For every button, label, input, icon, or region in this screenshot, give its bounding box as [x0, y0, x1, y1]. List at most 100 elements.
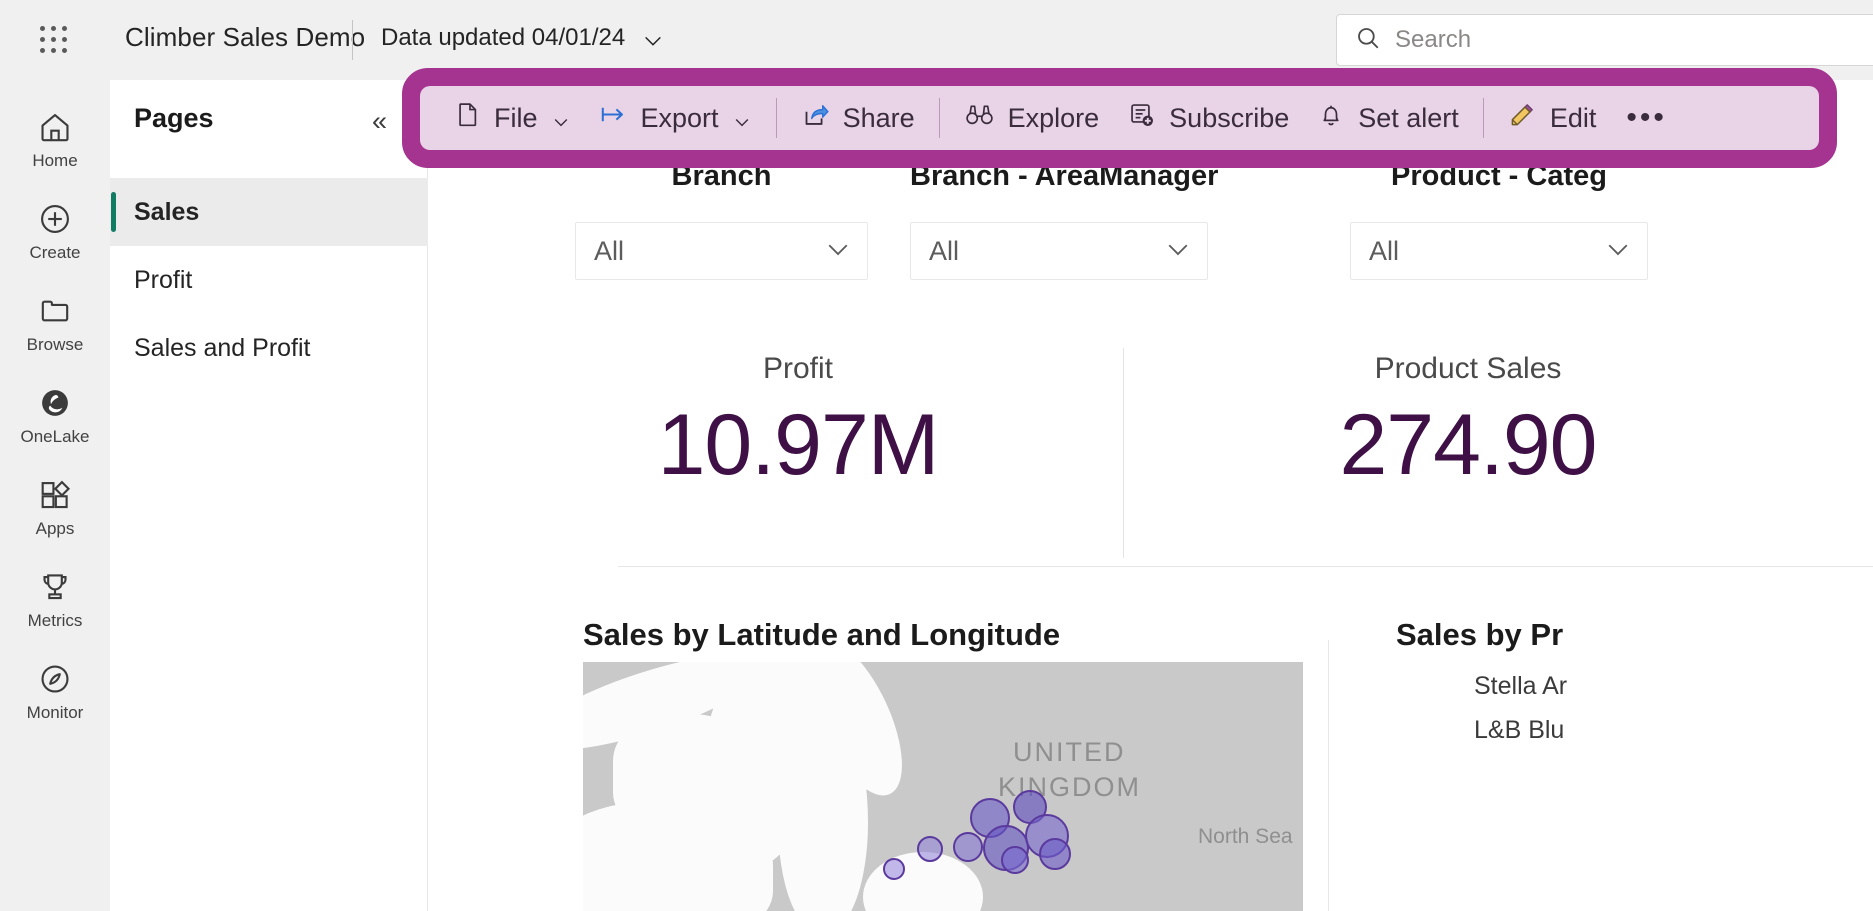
rail-item-label: OneLake — [20, 426, 90, 446]
chevron-down-icon[interactable] — [642, 30, 664, 52]
rail-item-onelake[interactable]: OneLake — [0, 370, 110, 462]
search-placeholder: Search — [1395, 26, 1472, 53]
visual-title-product: Sales by Pr — [1396, 617, 1564, 652]
rail-item-apps[interactable]: Apps — [0, 462, 110, 554]
toolbar-separator — [775, 98, 777, 138]
ellipsis-icon[interactable]: ••• — [1610, 101, 1683, 135]
section-divider-right — [1343, 566, 1873, 567]
map-bubble[interactable] — [953, 832, 983, 862]
chevron-down-icon[interactable] — [732, 108, 752, 128]
pages-panel-title: Pages — [134, 103, 214, 133]
kpi-value: 274.90 — [1339, 397, 1597, 493]
file-icon — [454, 101, 481, 135]
page-item-label: Sales — [134, 197, 200, 226]
app-launcher-icon[interactable] — [36, 22, 72, 58]
rail-item-label: Apps — [35, 518, 75, 538]
slicer-dropdown[interactable]: All — [910, 222, 1208, 280]
map-bubble[interactable] — [1039, 838, 1071, 870]
slicer-row: Branch All Branch - AreaManager All Prod… — [428, 160, 1873, 300]
visual-divider — [1328, 640, 1329, 911]
rail-item-label: Create — [29, 242, 81, 262]
slicer-value: All — [1369, 235, 1400, 266]
edit-button-label: Edit — [1549, 102, 1597, 133]
share-button[interactable]: Share — [787, 86, 929, 150]
home-icon — [38, 110, 72, 144]
double-chevron-left-icon[interactable]: « — [372, 108, 387, 135]
share-button-label: Share — [842, 102, 915, 133]
kpi-card-product-sales[interactable]: Product Sales 274.90 — [1188, 352, 1748, 488]
page-item-sales[interactable]: Sales — [110, 178, 428, 246]
file-button-label: File — [494, 102, 538, 133]
slicer-value: All — [929, 235, 960, 266]
toolbar-separator — [938, 98, 940, 138]
edit-button[interactable]: Edit — [1494, 86, 1611, 150]
pencil-icon — [1508, 101, 1537, 135]
toolbar-separator — [1482, 98, 1484, 138]
slicer-product-category: Product - Categ All — [1350, 160, 1648, 280]
subscribe-button-label: Subscribe — [1169, 102, 1290, 133]
header-divider — [352, 20, 353, 60]
map-bubble[interactable] — [1001, 846, 1029, 874]
monitor-icon — [38, 662, 72, 696]
report-action-toolbar: File Export Share Explore Subscribe Set … — [420, 86, 1819, 150]
slicer-dropdown[interactable]: All — [1350, 222, 1648, 280]
search-icon — [1355, 25, 1381, 56]
rail-item-label: Browse — [26, 334, 84, 354]
subscribe-button[interactable]: Subscribe — [1113, 86, 1303, 150]
chevron-down-icon[interactable] — [1603, 234, 1633, 269]
kpi-title: Profit — [762, 352, 834, 385]
rail-item-browse[interactable]: Browse — [0, 278, 110, 370]
kpi-value: 10.97M — [657, 397, 940, 493]
apps-icon — [38, 478, 72, 512]
chevron-down-icon[interactable] — [823, 234, 853, 269]
product-list-item[interactable]: Stella Ar — [1474, 672, 1567, 701]
export-button-label: Export — [640, 102, 719, 133]
subscribe-icon — [1127, 101, 1156, 135]
kpi-title: Product Sales — [1374, 352, 1562, 385]
slicer-value: All — [594, 235, 625, 266]
binoculars-icon — [964, 101, 995, 135]
create-icon — [38, 202, 72, 236]
map-visual[interactable]: UNITED KINGDOM North Sea — [583, 662, 1303, 911]
slicer-branch-areamanager: Branch - AreaManager All — [910, 160, 1218, 280]
metrics-icon — [38, 570, 72, 604]
search-input[interactable]: Search — [1336, 14, 1873, 66]
map-bubble[interactable] — [883, 858, 905, 880]
map-sea-label: North Sea — [1198, 825, 1293, 848]
left-nav-rail: Home Create Browse OneLake Apps Metrics … — [0, 80, 110, 911]
page-item-label: Profit — [134, 265, 193, 294]
chevron-down-icon[interactable] — [551, 108, 571, 128]
visual-title-map: Sales by Latitude and Longitude — [583, 617, 1061, 652]
set-alert-button[interactable]: Set alert — [1303, 86, 1473, 150]
kpi-divider — [1123, 348, 1124, 558]
data-updated-label[interactable]: Data updated 04/01/24 — [381, 24, 625, 52]
rail-item-metrics[interactable]: Metrics — [0, 554, 110, 646]
explore-button[interactable]: Explore — [950, 86, 1114, 150]
browse-icon — [38, 294, 72, 328]
rail-item-home[interactable]: Home — [0, 94, 110, 186]
rail-item-label: Metrics — [27, 610, 83, 630]
rail-item-create[interactable]: Create — [0, 186, 110, 278]
page-item-sales-and-profit[interactable]: Sales and Profit — [110, 314, 428, 382]
kpi-card-profit[interactable]: Profit 10.97M — [578, 352, 1018, 488]
set-alert-button-label: Set alert — [1358, 102, 1459, 133]
slicer-dropdown[interactable]: All — [575, 222, 868, 280]
chevron-down-icon[interactable] — [1163, 234, 1193, 269]
rail-item-label: Home — [32, 150, 78, 170]
product-list-item[interactable]: L&B Blu — [1474, 716, 1564, 745]
export-button[interactable]: Export — [585, 86, 766, 150]
export-icon — [599, 101, 628, 135]
bell-icon — [1317, 101, 1345, 135]
power-bi-report-window: Climber Sales Demo Data updated 04/01/24… — [0, 0, 1873, 911]
file-button[interactable]: File — [440, 86, 585, 150]
slicer-branch: Branch All — [575, 160, 868, 280]
report-canvas: Branch All Branch - AreaManager All Prod… — [428, 80, 1873, 911]
rail-item-monitor[interactable]: Monitor — [0, 646, 110, 738]
explore-button-label: Explore — [1007, 102, 1100, 133]
pages-panel: Pages « Sales Profit Sales and Profit — [110, 80, 428, 911]
page-item-profit[interactable]: Profit — [110, 246, 428, 314]
map-bubble[interactable] — [917, 836, 943, 862]
map-country-label-line1: UNITED — [1013, 737, 1126, 767]
workspace-title[interactable]: Climber Sales Demo — [125, 22, 365, 53]
pages-list: Sales Profit Sales and Profit — [110, 178, 428, 382]
